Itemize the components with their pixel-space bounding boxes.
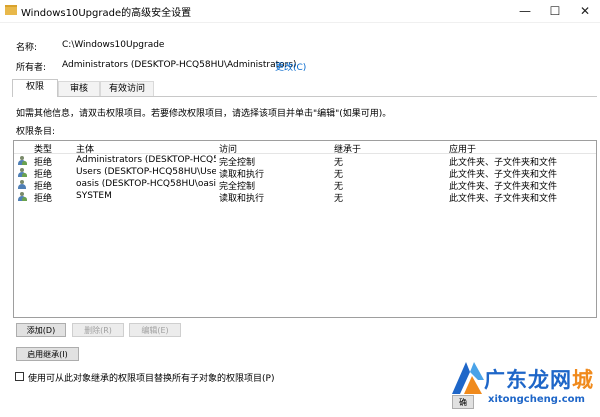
user-group-icon: [17, 168, 27, 178]
name-value: C:\Windows10Upgrade: [62, 40, 165, 50]
owner-label: 所有者:: [16, 63, 47, 73]
column-header-type[interactable]: 类型: [34, 142, 52, 155]
table-row[interactable]: 拒绝 SYSTEM 读取和执行 无 此文件夹、子文件夹和文件: [14, 191, 596, 204]
replace-child-permissions-checkbox[interactable]: [15, 372, 24, 381]
list-header: 类型 主体 访问 继承于 应用于: [14, 141, 596, 155]
folder-icon: [5, 5, 17, 15]
add-button[interactable]: 添加(D): [16, 323, 66, 337]
row-principal: SYSTEM: [76, 191, 112, 201]
column-header-access[interactable]: 访问: [219, 142, 237, 155]
replace-child-permissions-label: 使用可从此对象继承的权限项目替换所有子对象的权限项目(P): [28, 374, 275, 384]
row-access: 读取和执行: [219, 194, 265, 204]
row-inherited: 无: [334, 194, 344, 204]
column-header-inherited[interactable]: 继承于: [334, 142, 361, 155]
info-text: 如需其他信息，请双击权限项目。若要修改权限项目，请选择该项目并单击"编辑"(如果…: [16, 109, 392, 119]
watermark-url: xitongcheng.com: [488, 394, 585, 405]
column-header-principal[interactable]: 主体: [76, 142, 94, 155]
name-label: 名称:: [16, 43, 38, 53]
user-icon: [17, 180, 27, 190]
watermark-logo-icon: [452, 362, 484, 394]
tab-permissions[interactable]: 权限: [12, 79, 58, 97]
change-owner-link[interactable]: 更改(C): [275, 60, 306, 73]
permission-entries-list[interactable]: 类型 主体 访问 继承于 应用于 拒绝 Administrators (DESK…: [13, 140, 597, 318]
column-header-applies[interactable]: 应用于: [449, 142, 476, 155]
user-group-icon: [17, 156, 27, 166]
watermark-brand: 广东龙网城: [484, 368, 594, 392]
owner-value: Administrators (DESKTOP-HCQ58HU\Administ…: [62, 60, 297, 70]
minimize-button[interactable]: —: [510, 0, 540, 22]
table-row[interactable]: 拒绝 Users (DESKTOP-HCQ58HU\Users) 读取和执行 无…: [14, 167, 596, 180]
row-type: 拒绝: [34, 194, 53, 204]
tab-divider: [12, 96, 597, 97]
permission-entries-label: 权限条目:: [16, 127, 56, 137]
edit-button[interactable]: 编辑(E): [129, 323, 181, 337]
row-principal: Users (DESKTOP-HCQ58HU\Users): [76, 167, 216, 177]
table-row[interactable]: 拒绝 oasis (DESKTOP-HCQ58HU\oasis) 完全控制 无 …: [14, 179, 596, 192]
table-row[interactable]: 拒绝 Administrators (DESKTOP-HCQ58... 完全控制…: [14, 155, 596, 168]
remove-button[interactable]: 删除(R): [72, 323, 124, 337]
title-bar: Windows10Upgrade的高级安全设置 — ☐ ✕: [0, 0, 600, 23]
close-button[interactable]: ✕: [570, 0, 600, 22]
row-principal: Administrators (DESKTOP-HCQ58...: [76, 155, 216, 165]
enable-inheritance-button[interactable]: 启用继承(I): [16, 347, 79, 361]
maximize-button[interactable]: ☐: [540, 0, 570, 22]
user-group-icon: [17, 192, 27, 202]
watermark: 广东龙网城 xitongcheng.com: [448, 352, 600, 417]
row-principal: oasis (DESKTOP-HCQ58HU\oasis): [76, 179, 216, 189]
tab-effective-access[interactable]: 有效访问: [100, 81, 154, 96]
window-title: Windows10Upgrade的高级安全设置: [21, 8, 192, 19]
tab-auditing[interactable]: 审核: [58, 81, 100, 96]
row-applies: 此文件夹、子文件夹和文件: [449, 194, 558, 204]
